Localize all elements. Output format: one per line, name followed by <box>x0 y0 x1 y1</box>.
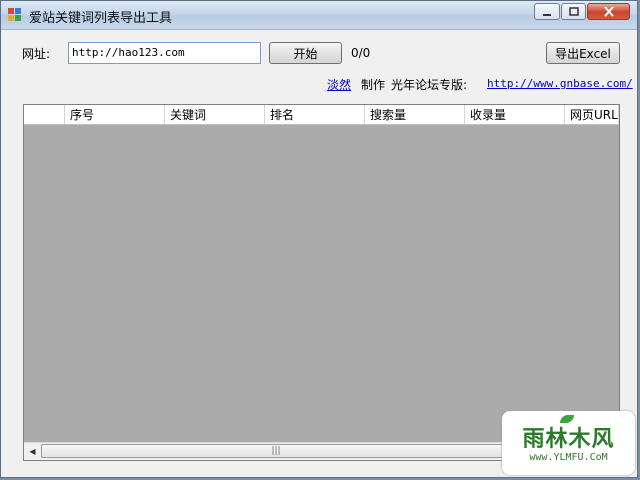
grid-header: 序号 关键词 排名 搜索量 收录量 网页URL <box>24 105 619 125</box>
url-label: 网址: <box>22 47 51 61</box>
scroll-thumb[interactable]: ||| <box>41 444 511 458</box>
author-link[interactable]: 淡然 <box>327 76 351 93</box>
export-excel-button[interactable]: 导出Excel <box>546 42 620 64</box>
window-title: 爱站关键词列表导出工具 <box>29 11 173 26</box>
client-area: 网址: http://hao123.com 开始 0/0 导出Excel 淡然 … <box>9 30 633 472</box>
start-button[interactable]: 开始 <box>269 42 342 64</box>
watermark-main-text: 雨林木风 <box>522 427 615 452</box>
column-header-rank[interactable]: 排名 <box>265 105 365 124</box>
progress-counter: 0/0 <box>351 46 371 60</box>
minimize-button[interactable] <box>534 3 560 20</box>
maximize-button[interactable] <box>561 3 586 20</box>
close-icon <box>603 6 614 17</box>
column-header-index[interactable]: 序号 <box>65 105 165 124</box>
app-window: 爱站关键词列表导出工具 网址: http://hao123.com 开始 0/0… <box>0 0 638 478</box>
edition-text: 光年论坛专版: <box>391 78 468 92</box>
scroll-left-icon[interactable]: ◀ <box>24 443 41 460</box>
url-input[interactable]: http://hao123.com <box>68 42 261 64</box>
app-icon <box>8 8 22 22</box>
title-bar[interactable]: 爱站关键词列表导出工具 <box>1 1 637 30</box>
watermark-logo: 雨林木风 www.YLMFU.CoM <box>502 411 635 475</box>
close-button[interactable] <box>587 3 630 20</box>
column-header-page-url[interactable]: 网页URL <box>565 105 619 124</box>
site-link[interactable]: http://www.gnbase.com/ <box>487 77 633 90</box>
results-grid[interactable]: 序号 关键词 排名 搜索量 收录量 网页URL ◀ ||| ▶ <box>23 104 620 461</box>
maximize-icon <box>568 6 579 16</box>
column-header-indexed-count[interactable]: 收录量 <box>465 105 565 124</box>
made-by-text: 制作 <box>361 78 386 92</box>
minimize-icon <box>543 13 551 16</box>
column-header-keyword[interactable]: 关键词 <box>165 105 265 124</box>
watermark-sub-text: www.YLMFU.CoM <box>529 452 608 463</box>
row-header-corner <box>24 105 65 124</box>
column-header-search-volume[interactable]: 搜索量 <box>365 105 465 124</box>
